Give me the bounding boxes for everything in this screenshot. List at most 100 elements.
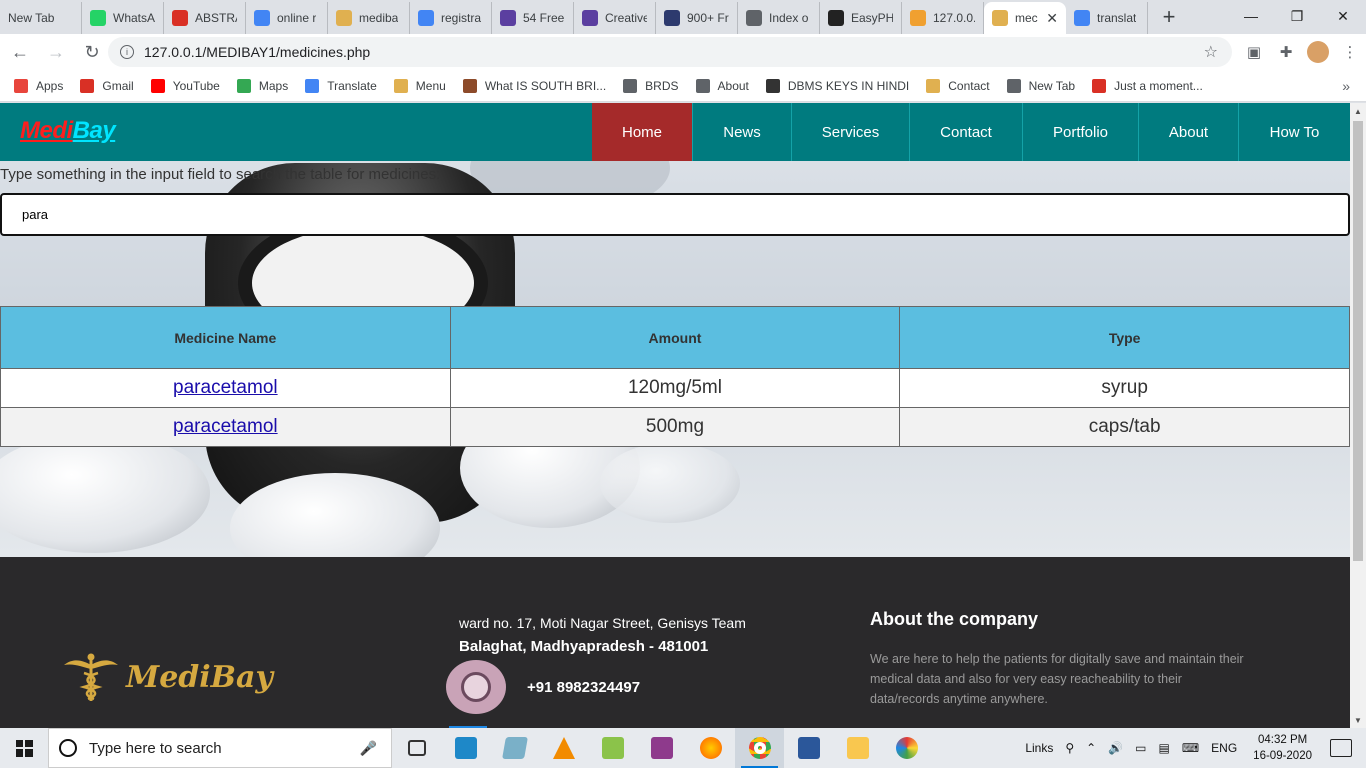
browser-tab[interactable]: Creative (574, 2, 656, 34)
bookmark-item[interactable]: Gmail (80, 78, 134, 93)
easyphp-icon (828, 10, 844, 26)
browser-tab[interactable]: ABSTRA (164, 2, 246, 34)
browser-tab[interactable]: mec ✕ (984, 2, 1066, 34)
nav-home[interactable]: Home (592, 103, 692, 161)
bookmark-label: What IS SOUTH BRI... (484, 78, 607, 93)
nav-portfolio[interactable]: Portfolio (1022, 103, 1138, 161)
remote-desktop-icon[interactable] (441, 728, 490, 768)
bookmark-label: Apps (36, 78, 64, 93)
browser-tab[interactable]: New Tab (0, 2, 82, 34)
nav-contact[interactable]: Contact (909, 103, 1022, 161)
tab-title: 127.0.0. (933, 11, 975, 25)
bookmark-item[interactable]: Apps (14, 78, 64, 93)
tray-links-label[interactable]: Links (1025, 741, 1053, 755)
bookmark-item[interactable]: DBMS KEYS IN HINDI (765, 78, 909, 93)
bookmark-item[interactable]: About (695, 78, 749, 93)
profile-avatar[interactable] (1307, 41, 1329, 63)
browser-tab[interactable]: 127.0.0. (902, 2, 984, 34)
bookmark-item[interactable]: New Tab (1006, 78, 1075, 93)
network-icon[interactable]: ▤ (1158, 741, 1169, 755)
browser-tab[interactable]: mediba (328, 2, 410, 34)
taskbar-search-box[interactable]: Type here to search 🎤 (48, 728, 392, 768)
browser-tab[interactable]: online r (246, 2, 328, 34)
word-icon[interactable] (784, 728, 833, 768)
battery-icon[interactable]: ▭ (1135, 741, 1146, 755)
back-icon[interactable]: ← (4, 36, 36, 68)
google-icon (1074, 10, 1090, 26)
bookmark-item[interactable]: Maps (236, 78, 289, 93)
bookmark-item[interactable]: Contact (926, 78, 990, 93)
new-tab-icon[interactable]: + (1154, 2, 1184, 32)
firefox-icon[interactable] (686, 728, 735, 768)
maximize-icon[interactable]: ❐ (1274, 0, 1320, 32)
bookmark-item[interactable]: Translate (305, 78, 377, 93)
browser-tab[interactable]: Index o (738, 2, 820, 34)
tablet-app-icon[interactable] (490, 728, 539, 768)
windows-start-icon[interactable] (0, 728, 48, 768)
close-window-icon[interactable]: ✕ (1320, 0, 1366, 32)
nav-news[interactable]: News (692, 103, 791, 161)
system-tray: Links ⚲ ⌃ 🔊 ▭ ▤ ⌨ ENG 04:32 PM 16-09-202… (1019, 728, 1366, 768)
language-indicator[interactable]: ENG (1211, 741, 1237, 755)
medicine-search-input[interactable] (0, 193, 1350, 236)
medicine-link[interactable]: paracetamol (173, 416, 278, 437)
taskbar-search-placeholder: Type here to search (89, 739, 222, 757)
window-controls: — ❐ ✕ (1228, 0, 1366, 32)
keyboard-icon[interactable]: ⌨ (1182, 741, 1199, 755)
scroll-down-icon[interactable]: ▼ (1350, 712, 1366, 728)
address-bar[interactable]: i 127.0.0.1/MEDIBAY1/medicines.php ☆ (108, 37, 1232, 67)
globe-icon (695, 78, 710, 93)
task-view-icon[interactable] (392, 728, 441, 768)
bookmark-item[interactable]: Just a moment... (1092, 78, 1203, 93)
clock-time: 04:32 PM (1257, 734, 1308, 746)
browser-tab[interactable]: 54 Free (492, 2, 574, 34)
bookmark-item[interactable]: What IS SOUTH BRI... (462, 78, 607, 93)
nav-how-to[interactable]: How To (1238, 103, 1350, 161)
minimize-icon[interactable]: — (1228, 0, 1274, 32)
scrollbar-thumb[interactable] (1353, 121, 1363, 561)
browser-tab[interactable]: registra (410, 2, 492, 34)
site-info-icon[interactable]: i (120, 45, 134, 59)
scroll-up-icon[interactable]: ▲ (1350, 103, 1366, 119)
site-logo[interactable]: MediBay (20, 117, 116, 145)
gmail-icon (80, 78, 95, 93)
translate-icon (305, 78, 320, 93)
bookmark-star-icon[interactable]: ☆ (1204, 42, 1218, 62)
forward-icon[interactable]: → (40, 36, 72, 68)
bookmark-label: Maps (258, 78, 289, 93)
volume-icon[interactable]: 🔊 (1108, 741, 1123, 755)
nav-services[interactable]: Services (791, 103, 909, 161)
tray-chevron-up-icon[interactable]: ⌃ (1086, 741, 1096, 755)
bookmark-item[interactable]: BRDS (623, 78, 679, 93)
microphone-icon[interactable]: 🎤 (360, 740, 377, 757)
menu-kebab-icon[interactable]: ⋮ (1334, 38, 1366, 66)
more-bookmarks-icon[interactable]: » (1342, 78, 1350, 94)
medicine-link[interactable]: paracetamol (173, 377, 278, 398)
notepad-plus-icon[interactable] (588, 728, 637, 768)
browser-tab[interactable]: WhatsA (82, 2, 164, 34)
extensions-icon[interactable]: ✚ (1270, 38, 1302, 66)
bookmark-item[interactable]: YouTube (150, 78, 220, 93)
page-scrollbar[interactable]: ▲ ▼ (1350, 103, 1366, 728)
col-type[interactable]: Type (899, 306, 1350, 369)
cell-amount: 120mg/5ml (449, 368, 901, 408)
browser-tab[interactable]: EasyPH (820, 2, 902, 34)
browser-tab[interactable]: 900+ Fr (656, 2, 738, 34)
tab-close-icon[interactable]: ✕ (1046, 10, 1058, 27)
reload-icon[interactable]: ↻ (76, 36, 108, 68)
paint-icon[interactable] (882, 728, 931, 768)
notifications-icon[interactable] (1330, 739, 1352, 757)
cast-icon[interactable]: ▣ (1238, 38, 1270, 66)
nav-about[interactable]: About (1138, 103, 1238, 161)
file-explorer-icon[interactable] (833, 728, 882, 768)
chrome-icon[interactable] (735, 728, 784, 768)
bookmark-item[interactable]: Menu (393, 78, 446, 93)
winrar-icon[interactable] (637, 728, 686, 768)
phone-number[interactable]: +91 8982324497 (527, 679, 640, 696)
col-medicine-name[interactable]: Medicine Name (0, 306, 451, 369)
vlc-icon[interactable] (539, 728, 588, 768)
browser-tab[interactable]: translat (1066, 2, 1148, 34)
system-clock[interactable]: 04:32 PM 16-09-2020 (1253, 732, 1312, 764)
col-amount[interactable]: Amount (449, 306, 901, 369)
people-icon[interactable]: ⚲ (1065, 741, 1074, 755)
